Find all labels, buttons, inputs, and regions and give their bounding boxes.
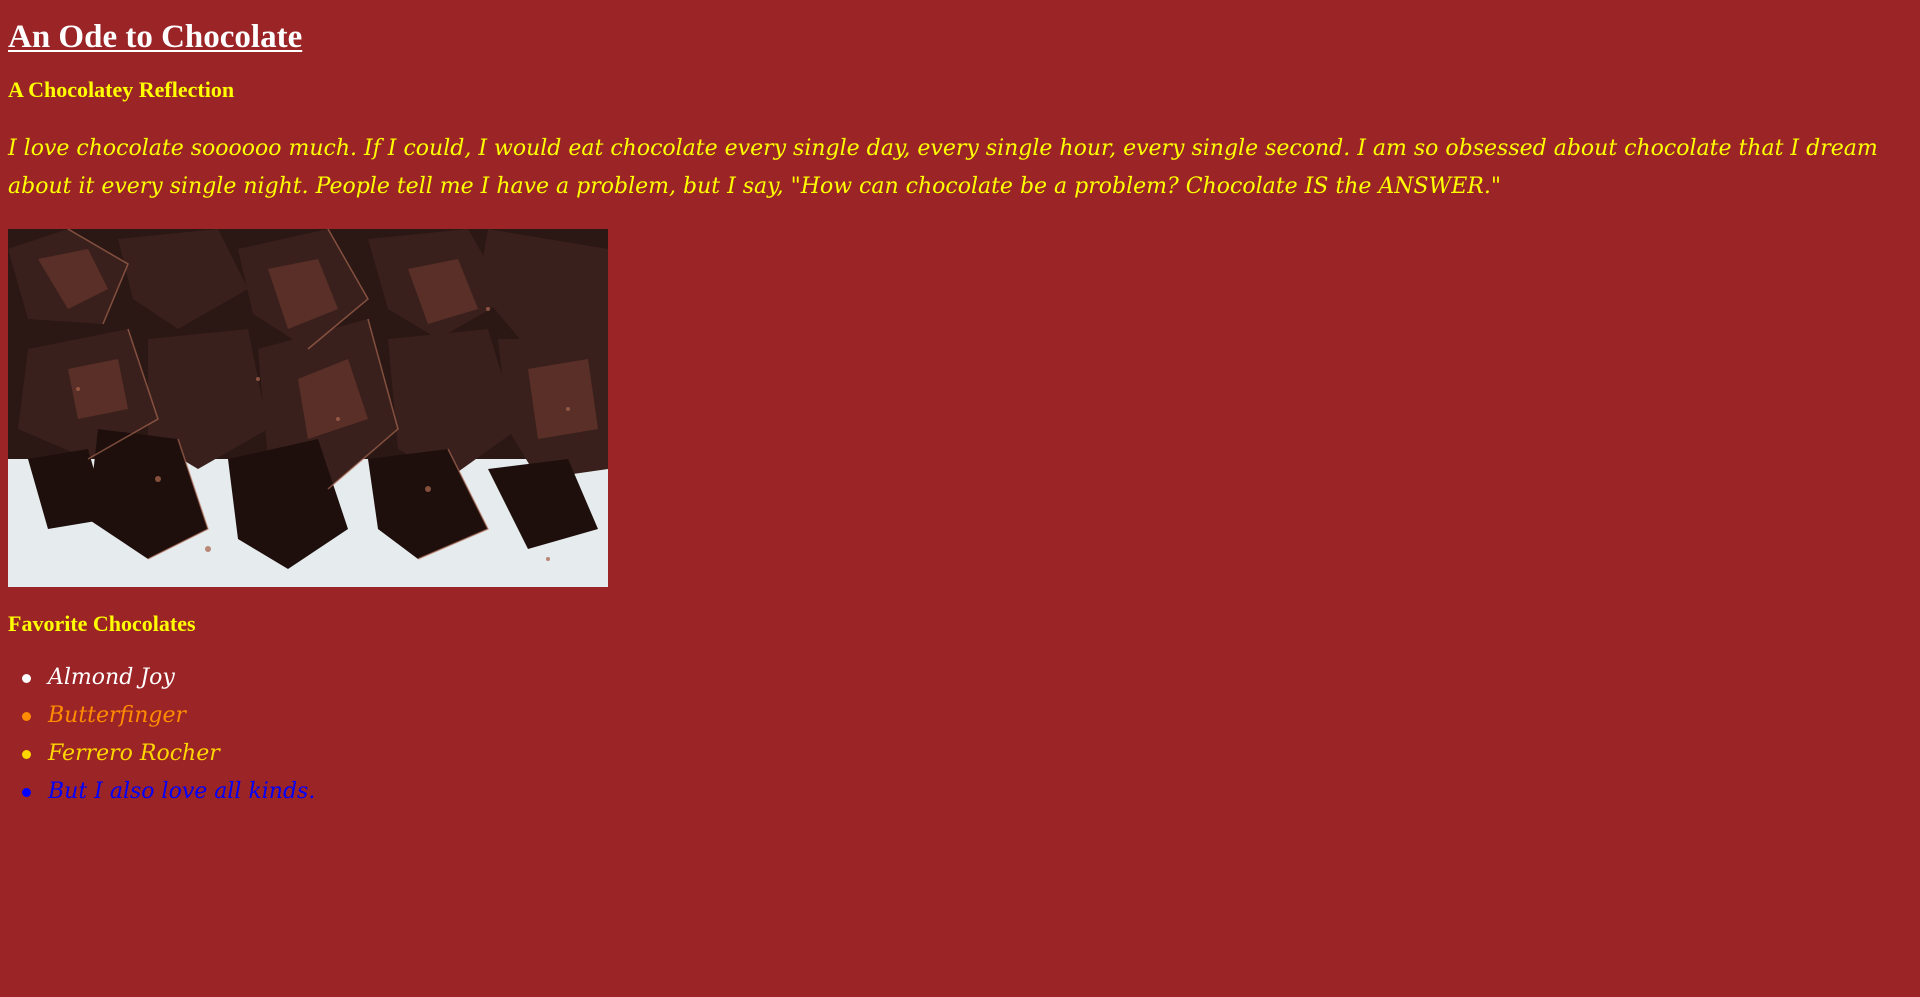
list-item: Butterfinger — [8, 697, 315, 735]
bullet-icon — [22, 750, 31, 759]
list-item: But I also love all kinds. — [8, 773, 315, 811]
list-item: Almond Joy — [8, 659, 315, 697]
favorite-label: Almond Joy — [48, 665, 175, 690]
favorites-heading: Favorite Chocolates — [8, 611, 196, 636]
bullet-icon — [22, 674, 31, 683]
favorite-label: But I also love all kinds. — [48, 779, 316, 804]
bullet-icon — [22, 788, 31, 797]
list-item: Ferrero Rocher — [8, 735, 315, 773]
favorites-list: Almond Joy Butterfinger Ferrero Rocher B… — [8, 659, 315, 811]
chocolate-photo — [8, 229, 608, 587]
favorite-label: Ferrero Rocher — [48, 741, 220, 766]
intro-paragraph: I love chocolate soooooo much. If I coul… — [8, 136, 1878, 199]
page-title: An Ode to Chocolate — [8, 19, 303, 55]
page-subtitle: A Chocolatey Reflection — [8, 77, 235, 102]
bullet-icon — [22, 712, 31, 721]
favorite-label: Butterfinger — [48, 703, 187, 728]
